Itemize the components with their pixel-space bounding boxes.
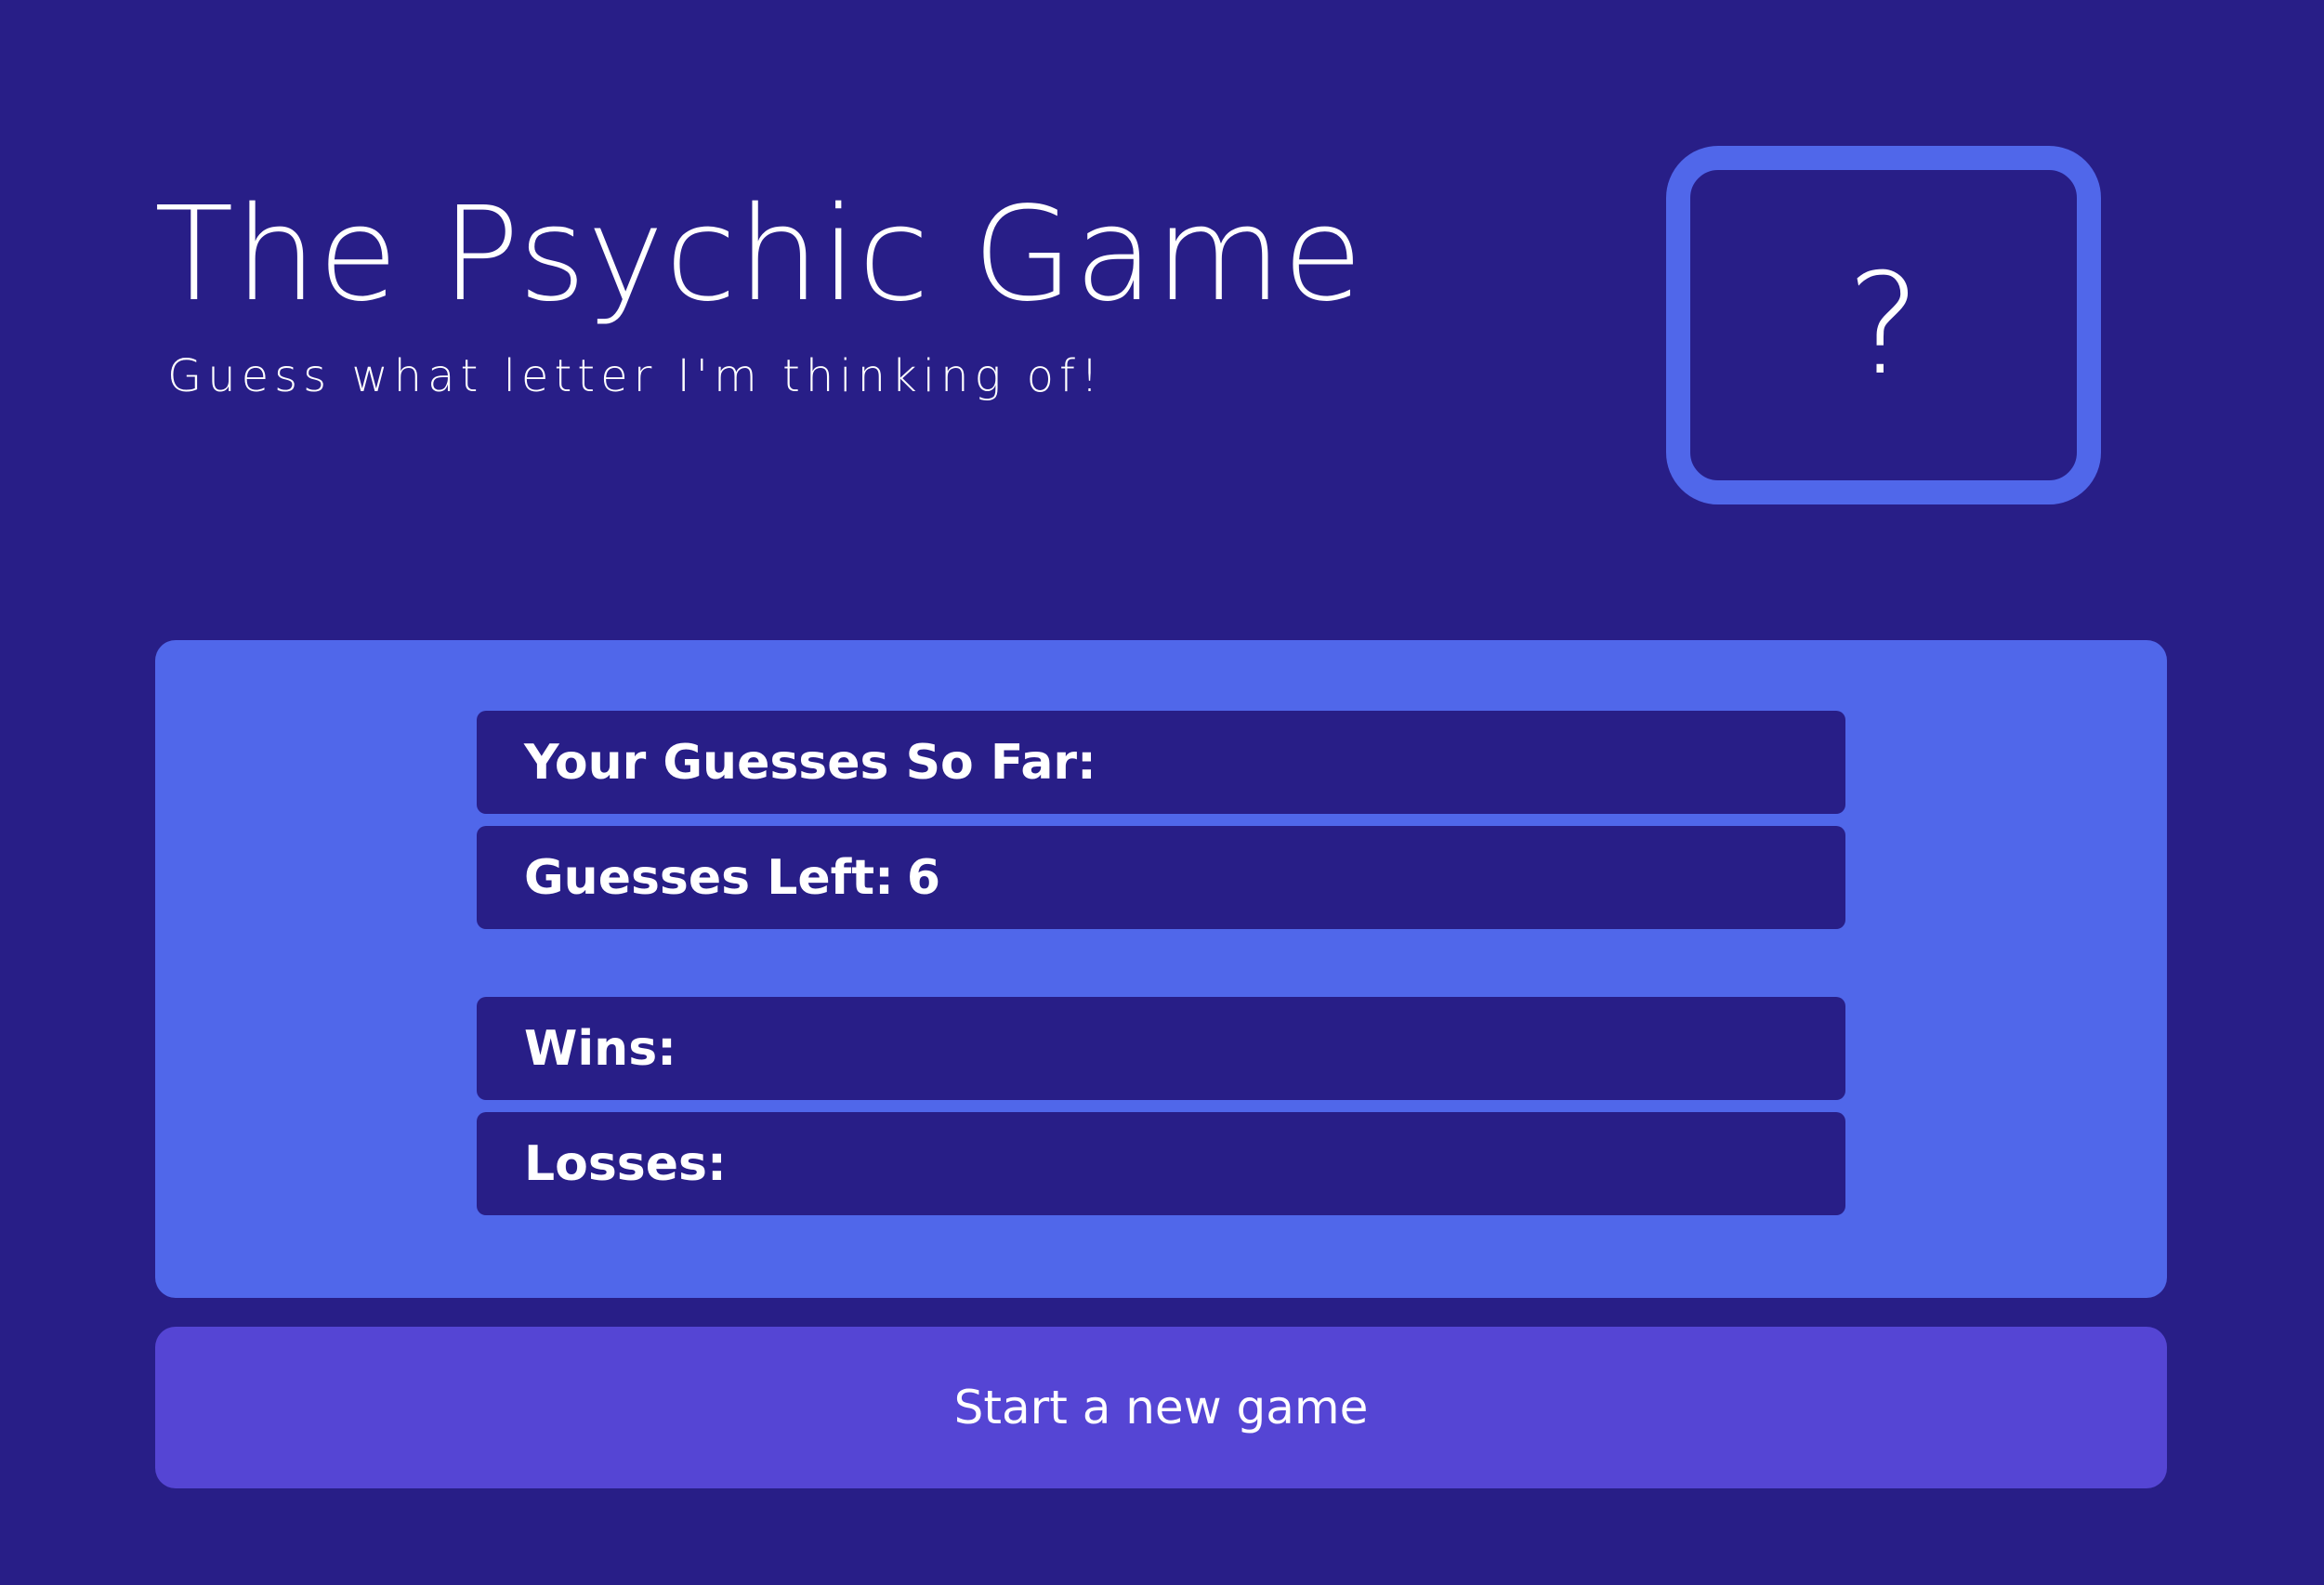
stats-panel: Your Guesses So Far: Guesses Left: 6 Win… [155,640,2167,1298]
wins-label: Wins: [524,1020,676,1077]
guesses-so-far-row: Your Guesses So Far: [477,711,1845,814]
guesses-left-value: 6 [906,849,941,906]
losses-label: Losses: [524,1135,727,1192]
game-subtitle: Guess what letter I'm thinking of! [167,350,1105,402]
guesses-left-row: Guesses Left: 6 [477,826,1845,929]
guesses-left-label: Guesses Left: [524,849,894,906]
question-mark-icon: ? [1846,244,1921,406]
guesses-so-far-label: Your Guesses So Far: [524,734,1096,791]
start-new-game-button[interactable]: Start a new game [155,1327,2167,1488]
losses-row: Losses: [477,1112,1845,1215]
wins-row: Wins: [477,997,1845,1100]
game-title: The Psychic Game [154,179,1364,331]
mystery-letter-card: ? [1666,146,2101,504]
